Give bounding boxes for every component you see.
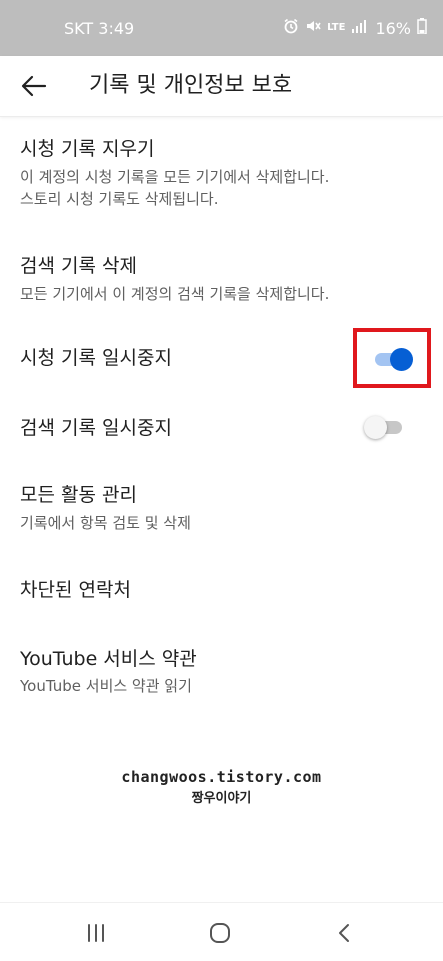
navigation-bar	[0, 902, 443, 961]
clear-watch-history-subtitle-1: 이 계정의 시청 기록을 모든 기기에서 삭제합니다.	[20, 168, 330, 186]
clear-watch-history-item[interactable]: 시청 기록 지우기 이 계정의 시청 기록을 모든 기기에서 삭제합니다. 스토…	[0, 128, 443, 218]
page-title: 기록 및 개인정보 보호	[89, 73, 293, 98]
blocked-contacts-item[interactable]: 차단된 연락처	[0, 562, 443, 618]
recent-apps-button[interactable]	[76, 917, 116, 949]
mute-icon	[305, 18, 321, 38]
carrier-time: SKT 3:49	[64, 18, 135, 38]
watermark-url: changwoos.tistory.com	[121, 768, 322, 786]
alarm-icon	[283, 18, 299, 38]
signal-icon	[351, 19, 367, 37]
pause-watch-history-title: 시청 기록 일시중지	[20, 347, 172, 369]
terms-of-service-subtitle: YouTube 서비스 약관 읽기	[20, 677, 192, 695]
highlight-box	[353, 328, 431, 388]
lte-icon: LTE	[327, 22, 346, 33]
pause-search-history-title: 검색 기록 일시중지	[20, 417, 172, 439]
terms-of-service-item[interactable]: YouTube 서비스 약관 YouTube 서비스 약관 읽기	[0, 636, 443, 704]
toggle-knob	[364, 416, 387, 439]
status-icons: LTE 16%	[283, 0, 427, 56]
blocked-contacts-title: 차단된 연락처	[20, 579, 131, 601]
home-button[interactable]	[200, 917, 240, 949]
clear-search-history-subtitle: 모든 기기에서 이 계정의 검색 기록을 삭제합니다.	[20, 285, 330, 303]
home-icon	[210, 923, 230, 943]
battery-icon	[417, 18, 427, 38]
clear-watch-history-title: 시청 기록 지우기	[20, 138, 155, 160]
manage-all-activity-title: 모든 활동 관리	[20, 484, 137, 506]
pause-search-history-toggle[interactable]	[364, 414, 406, 440]
clear-watch-history-subtitle-2: 스토리 시청 기록도 삭제됩니다.	[20, 190, 219, 208]
back-button[interactable]	[18, 71, 50, 101]
terms-of-service-title: YouTube 서비스 약관	[20, 648, 197, 670]
app-bar: 기록 및 개인정보 보호	[0, 56, 443, 117]
battery-level: 16%	[375, 18, 411, 38]
nav-back-button[interactable]	[324, 917, 364, 949]
arrow-left-icon	[21, 75, 47, 97]
clear-search-history-title: 검색 기록 삭제	[20, 255, 137, 277]
clear-search-history-item[interactable]: 검색 기록 삭제 모든 기기에서 이 계정의 검색 기록을 삭제합니다.	[0, 245, 443, 311]
recent-apps-icon	[88, 924, 104, 942]
back-icon	[339, 924, 349, 942]
manage-all-activity-subtitle: 기록에서 항목 검토 및 삭제	[20, 514, 191, 532]
watermark-name: 짱우이야기	[191, 791, 252, 806]
manage-all-activity-item[interactable]: 모든 활동 관리 기록에서 항목 검토 및 삭제	[0, 472, 443, 540]
status-bar: SKT 3:49 LTE 16%	[0, 0, 443, 56]
